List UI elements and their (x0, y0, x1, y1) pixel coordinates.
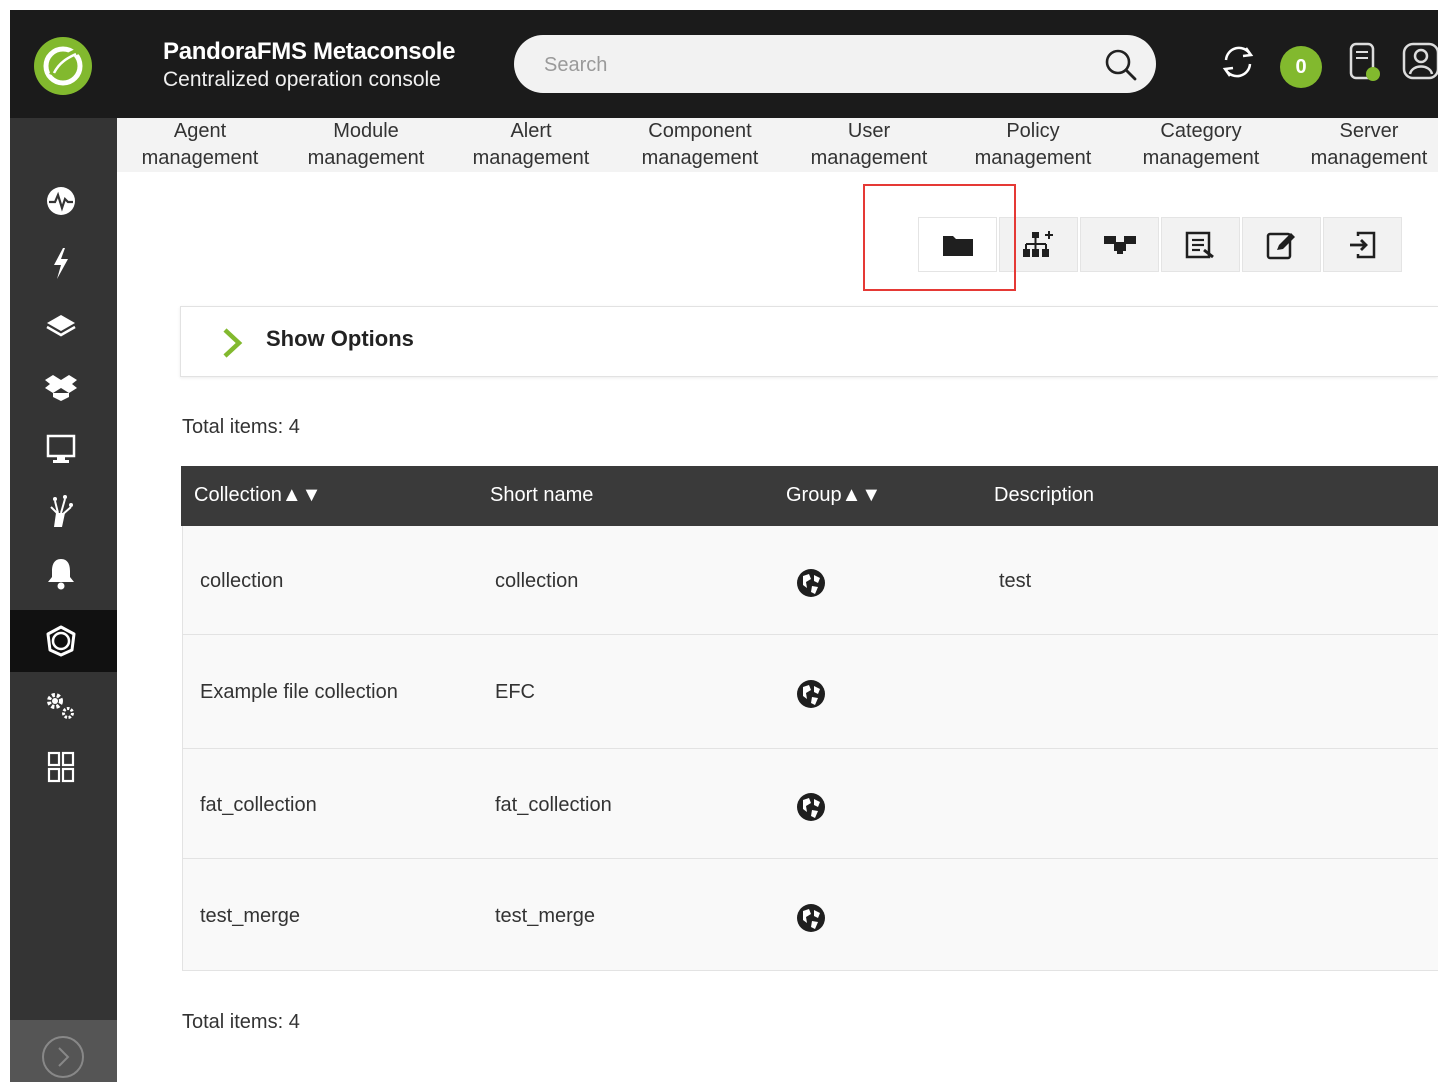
cell-short-name: collection (495, 570, 579, 592)
table-row[interactable]: collection collection test (183, 526, 1438, 635)
network-icon (1104, 236, 1136, 254)
submenu-server-management[interactable]: Server management (1308, 118, 1430, 172)
sidebar-item-reporting[interactable] (10, 294, 117, 356)
search-bar (514, 35, 1156, 93)
notification-badge[interactable]: 0 (1280, 46, 1322, 88)
table-row[interactable]: test_merge test_merge (183, 859, 1438, 970)
sort-arrows-icon[interactable]: ▲▼ (842, 484, 882, 506)
sidebar (10, 118, 117, 1082)
sidebar-item-screens[interactable] (10, 418, 117, 480)
brand-block: PandoraFMS Metaconsole Centralized opera… (163, 38, 455, 94)
grid-icon (47, 751, 75, 783)
cell-short-name: EFC (495, 681, 535, 703)
table-header: Collection▲▼ Short name Group▲▼ Descript… (181, 466, 1438, 526)
app-subtitle: Centralized operation console (163, 68, 441, 91)
highlight-box (863, 184, 1016, 291)
sort-arrows-icon[interactable]: ▲▼ (282, 484, 322, 506)
submenu-module-management[interactable]: Module management (305, 118, 427, 172)
submenu-policy-management[interactable]: Policy management (972, 118, 1094, 172)
management-submenu: Agent management Module management Alert ma… (117, 118, 1438, 172)
sidebar-item-centralised-management[interactable] (10, 610, 117, 672)
cell-short-name: fat_collection (495, 794, 612, 816)
cell-collection[interactable]: fat_collection (200, 794, 317, 817)
table-row[interactable]: Example file collection EFC (183, 635, 1438, 749)
sidebar-item-tools[interactable] (10, 480, 117, 542)
user-icon[interactable] (1400, 40, 1438, 91)
pulse-icon (47, 187, 75, 215)
globe-icon (794, 790, 828, 829)
submenu-component-management[interactable]: Component management (639, 118, 761, 172)
sidebar-item-extensions[interactable] (10, 736, 117, 798)
window-frame-left (0, 0, 10, 1082)
tab-network[interactable] (1080, 217, 1159, 272)
show-options-panel[interactable]: Show Options (180, 306, 1438, 377)
edit-icon (1266, 232, 1295, 260)
chevron-right-circle-icon (42, 1036, 84, 1078)
layers-icon (46, 315, 76, 337)
cell-collection[interactable]: Example file collection (200, 681, 398, 704)
pandora-logo[interactable] (34, 37, 92, 95)
search-input[interactable] (542, 49, 1106, 81)
sidebar-item-alerts[interactable] (10, 542, 117, 604)
monitor-icon (46, 434, 76, 463)
cell-short-name: test_merge (495, 905, 596, 927)
tab-logout[interactable] (1323, 217, 1402, 272)
submenu-category-management[interactable]: Category management (1140, 118, 1262, 172)
cell-collection[interactable]: test_merge (200, 905, 300, 928)
sidebar-item-resources[interactable] (10, 356, 117, 418)
globe-icon (794, 901, 828, 940)
tab-edit[interactable] (1242, 217, 1321, 272)
window-frame-top (0, 0, 1438, 10)
total-items-bottom: Total items: 4 (182, 1011, 300, 1033)
cell-collection[interactable]: collection (200, 570, 283, 593)
box-icon (45, 375, 77, 401)
header-group[interactable]: Group▲▼ (786, 484, 881, 507)
header-collection[interactable]: Collection▲▼ (194, 484, 321, 507)
network-icon (50, 495, 73, 527)
submenu-agent-management[interactable]: Agent management (139, 118, 261, 172)
chevron-right-icon (217, 326, 247, 365)
table-body: collection collection test Example file … (182, 526, 1438, 971)
pandora-logo-icon (46, 625, 76, 657)
server-status-icon[interactable] (1346, 40, 1384, 91)
submenu-user-management[interactable]: User management (808, 118, 930, 172)
app-title: PandoraFMS Metaconsole (163, 38, 456, 65)
sync-icon[interactable] (1218, 40, 1258, 89)
header-description: Description (994, 484, 1095, 506)
table-row[interactable]: fat_collection fat_collection (183, 749, 1438, 859)
header-short-name: Short name (490, 484, 594, 506)
lightning-icon (54, 248, 68, 279)
search-icon[interactable] (1104, 48, 1138, 87)
sidebar-item-monitoring[interactable] (10, 170, 117, 232)
sidebar-collapse-button[interactable] (10, 1020, 117, 1082)
list-icon (1185, 231, 1214, 259)
globe-icon (794, 677, 828, 716)
add-network-icon (1023, 231, 1053, 257)
top-header: PandoraFMS Metaconsole Centralized opera… (10, 10, 1438, 118)
gears-icon (47, 693, 74, 719)
cell-description: test (999, 570, 1032, 592)
globe-icon (794, 566, 828, 605)
show-options-label: Show Options (266, 326, 414, 351)
sidebar-item-events[interactable] (10, 232, 117, 294)
total-items-top: Total items: 4 (182, 416, 300, 438)
sidebar-item-setup[interactable] (10, 674, 117, 736)
submenu-alert-management[interactable]: Alert management (470, 118, 592, 172)
logout-icon (1350, 231, 1376, 259)
tab-list[interactable] (1161, 217, 1240, 272)
bell-icon (48, 559, 74, 590)
